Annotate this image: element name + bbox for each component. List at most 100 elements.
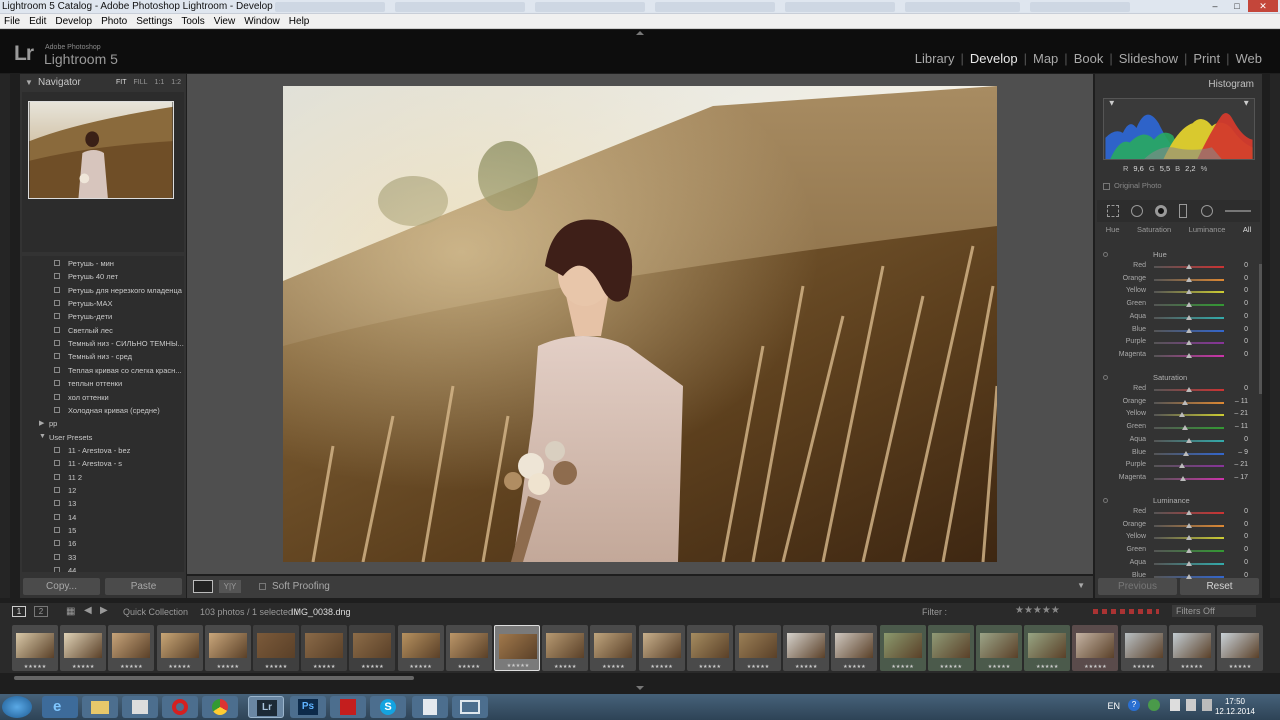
tab-hue[interactable]: Hue xyxy=(1106,225,1120,237)
paste-button[interactable]: Paste xyxy=(105,578,182,595)
slider-value[interactable]: 0 xyxy=(1244,351,1248,358)
preset-item[interactable]: хол оттенки xyxy=(22,391,184,404)
preset-item[interactable]: Ретушь-MAX xyxy=(22,297,184,310)
preset-item[interactable]: 44 xyxy=(22,564,184,572)
slider-track[interactable] xyxy=(1154,327,1224,333)
skype-icon[interactable]: S xyxy=(370,696,406,718)
zoom-1-1[interactable]: 1:1 xyxy=(155,79,165,86)
slider-value[interactable]: 0 xyxy=(1244,287,1248,294)
filmstrip-thumbnail[interactable]: ★★★★★ xyxy=(1168,625,1215,671)
navigator-thumbnail[interactable] xyxy=(28,101,174,199)
window-switcher-icon[interactable] xyxy=(452,696,488,718)
selected-filename[interactable]: IMG_0038.dng xyxy=(291,607,351,617)
slider-knob[interactable] xyxy=(1186,340,1192,346)
tab-saturation[interactable]: Saturation xyxy=(1137,225,1171,237)
slider-value[interactable]: 0 xyxy=(1244,385,1248,392)
preset-item[interactable]: Ретушь для нерезкого младенца xyxy=(22,284,184,297)
filmstrip-thumbnail[interactable]: ★★★★★ xyxy=(349,625,396,671)
menu-develop[interactable]: Develop xyxy=(55,16,92,27)
preset-item[interactable]: 12 xyxy=(22,484,184,497)
module-book[interactable]: Book xyxy=(1068,51,1110,66)
slider-value[interactable]: 0 xyxy=(1244,521,1248,528)
filmstrip-thumbnail[interactable]: ★★★★★ xyxy=(60,625,107,671)
preset-item[interactable]: Теплая кривая со слегка красн... xyxy=(22,364,184,377)
section-toggle-icon[interactable] xyxy=(1103,375,1108,380)
filmstrip-thumbnail[interactable]: ★★★★★ xyxy=(397,625,444,671)
toolbar-menu-icon[interactable]: ▼ xyxy=(1077,581,1085,590)
slider-track[interactable] xyxy=(1154,387,1224,392)
adjustment-brush-icon[interactable] xyxy=(1225,210,1251,212)
slider-track[interactable] xyxy=(1154,475,1224,481)
lightroom-taskbar-icon[interactable]: Lr xyxy=(248,696,284,718)
language-indicator[interactable]: EN xyxy=(1107,701,1120,711)
slider-value[interactable]: 0 xyxy=(1244,300,1248,307)
network-tray-icon[interactable] xyxy=(1186,699,1196,711)
menu-edit[interactable]: Edit xyxy=(29,16,46,27)
collapse-bottom-arrow-icon[interactable] xyxy=(636,686,644,690)
filmstrip-thumbnail[interactable]: ★★★★★ xyxy=(301,625,348,671)
loupe-view-icon[interactable] xyxy=(193,580,213,593)
slider-knob[interactable] xyxy=(1178,463,1185,469)
tray-icon[interactable] xyxy=(1148,699,1160,711)
zynga-icon[interactable] xyxy=(330,696,366,718)
slider-track[interactable] xyxy=(1154,548,1224,554)
module-web[interactable]: Web xyxy=(1230,51,1269,66)
menu-tools[interactable]: Tools xyxy=(181,16,204,27)
preset-item[interactable]: Ретушь 40 лет xyxy=(22,270,184,283)
left-edge[interactable] xyxy=(0,74,10,598)
slider-knob[interactable] xyxy=(1186,387,1192,392)
slider-track[interactable] xyxy=(1154,412,1224,418)
graduated-filter-icon[interactable] xyxy=(1179,204,1187,218)
slider-track[interactable] xyxy=(1154,437,1224,443)
flag-tray-icon[interactable] xyxy=(1170,699,1180,711)
slider-track[interactable] xyxy=(1154,314,1224,320)
preset-item[interactable]: 11 - Arestova - bez xyxy=(22,444,184,457)
collapse-triangle-icon[interactable]: ▼ xyxy=(25,78,33,87)
preset-item[interactable]: Светлый лес xyxy=(22,324,184,337)
section-toggle-icon[interactable] xyxy=(1103,498,1108,503)
slider-knob[interactable] xyxy=(1186,314,1192,320)
slider-knob[interactable] xyxy=(1186,289,1192,295)
slider-knob[interactable] xyxy=(1186,276,1192,282)
slider-track[interactable] xyxy=(1154,535,1224,541)
slider-value[interactable]: – 21 xyxy=(1234,461,1248,468)
background-tab[interactable] xyxy=(395,2,525,12)
monitor-1-button[interactable]: 1 xyxy=(12,606,26,617)
radial-filter-icon[interactable] xyxy=(1201,205,1213,217)
preset-item[interactable]: 11 2 xyxy=(22,471,184,484)
module-map[interactable]: Map xyxy=(1027,51,1064,66)
slider-knob[interactable] xyxy=(1178,412,1185,418)
folder-expanded-icon[interactable]: ▼ xyxy=(39,433,46,440)
filmstrip-thumbnail[interactable]: ★★★★★ xyxy=(12,625,58,671)
filmstrip-thumbnail[interactable]: ★★★★★ xyxy=(590,625,637,671)
slider-track[interactable] xyxy=(1154,276,1224,282)
monitor-2-button[interactable]: 2 xyxy=(34,606,48,617)
slider-knob[interactable] xyxy=(1182,399,1189,405)
before-after-icon[interactable]: Y|Y xyxy=(219,580,241,593)
background-tab[interactable] xyxy=(275,2,385,12)
ie-icon[interactable]: e xyxy=(42,696,78,718)
slider-value[interactable]: 0 xyxy=(1244,338,1248,345)
filmstrip-thumbnail[interactable]: ★★★★★ xyxy=(1072,625,1119,671)
preset-item[interactable]: 13 xyxy=(22,497,184,510)
slider-track[interactable] xyxy=(1154,340,1224,346)
section-toggle-icon[interactable] xyxy=(1103,252,1108,257)
clock[interactable]: 17:50 12.12.2014 xyxy=(1215,697,1255,717)
filmstrip-thumbnail[interactable]: ★★★★★ xyxy=(638,625,685,671)
filmstrip-thumbnail[interactable]: ★★★★★ xyxy=(879,625,926,671)
slider-value[interactable]: – 9 xyxy=(1238,449,1248,456)
soft-proofing-checkbox[interactable] xyxy=(259,583,266,590)
menu-window[interactable]: Window xyxy=(244,16,280,27)
preset-folder[interactable]: ▶ pp xyxy=(22,417,184,430)
filmstrip-thumbnail[interactable]: ★★★★★ xyxy=(156,625,203,671)
zoom-fit[interactable]: FIT xyxy=(116,79,127,86)
preset-item[interactable]: 33 xyxy=(22,551,184,564)
module-print[interactable]: Print xyxy=(1187,51,1226,66)
filmstrip-thumbnail[interactable]: ★★★★★ xyxy=(253,625,299,671)
filmstrip-thumbnail[interactable]: ★★★★★ xyxy=(735,625,781,671)
slider-knob[interactable] xyxy=(1186,522,1192,528)
media-player-icon[interactable] xyxy=(122,696,158,718)
slider-value[interactable]: – 21 xyxy=(1234,410,1248,417)
slider-value[interactable]: – 17 xyxy=(1234,474,1248,481)
slider-knob[interactable] xyxy=(1186,548,1192,554)
